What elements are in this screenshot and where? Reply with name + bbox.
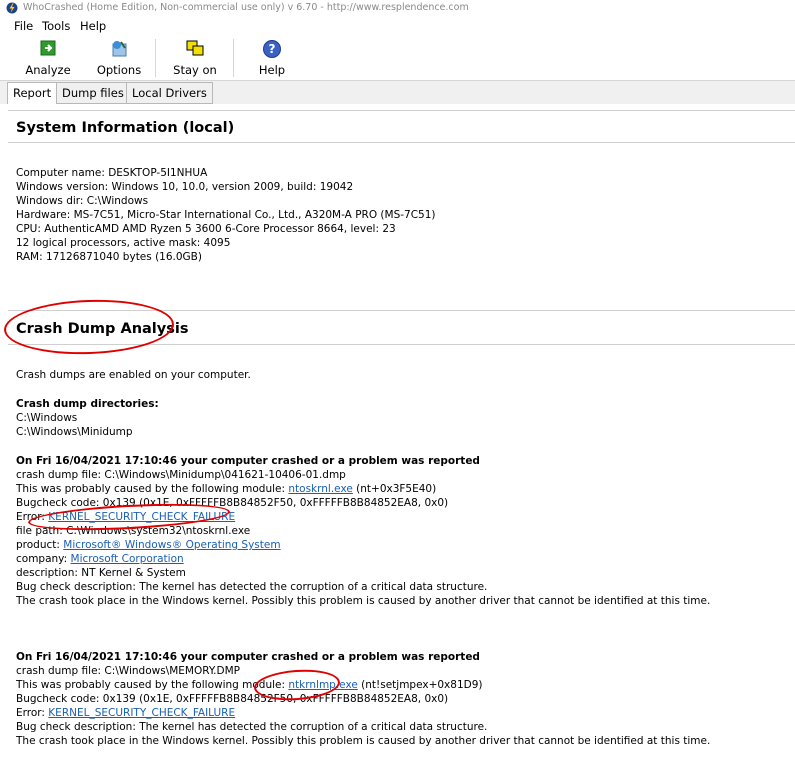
module-offset: (nt+0x3F5E40) <box>352 483 437 495</box>
sysinfo-line: RAM: 17126871040 bytes (16.0GB) <box>16 251 202 263</box>
menu-help[interactable]: Help <box>80 19 106 33</box>
sysinfo-line: Windows dir: C:\Windows <box>16 195 149 207</box>
title-bar: WhoCrashed (Home Edition, Non-commercial… <box>0 0 795 16</box>
sysinfo-line: Computer name: DESKTOP-5I1NHUA <box>16 167 208 179</box>
options-label: Options <box>96 63 142 77</box>
options-icon <box>112 41 127 57</box>
menu-tools[interactable]: Tools <box>42 19 70 33</box>
caused-by-line: This was probably caused by the followin… <box>16 679 483 691</box>
crash-dump-dir: C:\Windows\Minidump <box>16 426 133 438</box>
bug-check-description: Bug check description: The kernel has de… <box>16 721 488 733</box>
stay-on-top-icon <box>186 40 204 56</box>
error-prefix: Error: <box>16 511 49 523</box>
caused-by-prefix: This was probably caused by the followin… <box>16 679 289 691</box>
error-link[interactable]: KERNEL_SECURITY_CHECK_FAILURE <box>48 511 235 523</box>
file-path: file path: C:\Windows\system32\ntoskrnl.… <box>16 525 251 537</box>
tab-dump-files[interactable]: Dump files <box>56 82 130 104</box>
crash-place-text: The crash took place in the Windows kern… <box>16 735 711 747</box>
product-line: product: Microsoft® Windows® Operating S… <box>16 539 281 551</box>
error-prefix: Error: <box>16 707 49 719</box>
bugcheck-code: Bugcheck code: 0x139 (0x1E, 0xFFFFFB8B84… <box>16 497 449 509</box>
error-line: Error: KERNEL_SECURITY_CHECK_FAILURE <box>16 707 235 719</box>
whocrashed-app-icon <box>6 2 18 14</box>
tab-local-drivers[interactable]: Local Drivers <box>126 82 213 104</box>
company-line: company: Microsoft Corporation <box>16 553 184 565</box>
tab-report[interactable]: Report <box>7 82 58 105</box>
analyze-icon <box>40 40 56 56</box>
toolbar: Analyze Options Stay on top ? Help <box>0 35 795 91</box>
report-content: System Information (local) Computer name… <box>0 104 795 765</box>
description-line: description: NT Kernel & System <box>16 567 186 579</box>
svg-text:?: ? <box>269 42 276 56</box>
crash-dump-dirs-label: Crash dump directories: <box>16 398 159 410</box>
crash-event-title: On Fri 16/04/2021 17:10:46 your computer… <box>16 651 480 663</box>
crash-dump-file: crash dump file: C:\Windows\Minidump\041… <box>16 469 346 481</box>
module-offset: (nt!setjmpex+0x81D9) <box>357 679 483 691</box>
product-prefix: product: <box>16 539 64 551</box>
module-link[interactable]: ntkrnlmp.exe <box>288 679 357 691</box>
caused-by-prefix: This was probably caused by the followin… <box>16 483 289 495</box>
menu-file[interactable]: File <box>14 19 33 33</box>
window-title: WhoCrashed (Home Edition, Non-commercial… <box>23 2 469 13</box>
divider <box>8 310 795 311</box>
crash-dump-dir: C:\Windows <box>16 412 78 424</box>
divider <box>8 142 795 143</box>
error-link[interactable]: KERNEL_SECURITY_CHECK_FAILURE <box>48 707 235 719</box>
sysinfo-line: CPU: AuthenticAMD AMD Ryzen 5 3600 6-Cor… <box>16 223 396 235</box>
bug-check-description: Bug check description: The kernel has de… <box>16 581 488 593</box>
divider <box>8 344 795 345</box>
options-button[interactable]: Options <box>94 37 144 77</box>
bugcheck-code: Bugcheck code: 0x139 (0x1E, 0xFFFFFB8B84… <box>16 693 449 705</box>
crash-event-title: On Fri 16/04/2021 17:10:46 your computer… <box>16 455 480 467</box>
divider <box>8 110 795 111</box>
crash-dump-heading: Crash Dump Analysis <box>16 321 189 337</box>
product-link[interactable]: Microsoft® Windows® Operating System <box>63 539 280 551</box>
toolbar-separator <box>233 39 234 77</box>
company-link[interactable]: Microsoft Corporation <box>71 553 184 565</box>
company-prefix: company: <box>16 553 71 565</box>
analyze-button[interactable]: Analyze <box>22 37 74 77</box>
help-icon: ? <box>263 40 281 58</box>
sysinfo-line: Windows version: Windows 10, 10.0, versi… <box>16 181 354 193</box>
sysinfo-line: 12 logical processors, active mask: 4095 <box>16 237 231 249</box>
error-line: Error: KERNEL_SECURITY_CHECK_FAILURE <box>16 511 235 523</box>
caused-by-line: This was probably caused by the followin… <box>16 483 436 495</box>
module-link[interactable]: ntoskrnl.exe <box>288 483 352 495</box>
toolbar-separator <box>155 39 156 77</box>
menu-bar: File Tools Help <box>0 17 795 35</box>
crash-place-text: The crash took place in the Windows kern… <box>16 595 711 607</box>
system-info-heading: System Information (local) <box>16 120 235 136</box>
help-button[interactable]: ? Help <box>254 37 290 77</box>
sysinfo-line: Hardware: MS-7C51, Micro-Star Internatio… <box>16 209 436 221</box>
crash-dumps-enabled-text: Crash dumps are enabled on your computer… <box>16 369 251 381</box>
crash-dump-file: crash dump file: C:\Windows\MEMORY.DMP <box>16 665 240 677</box>
analyze-label: Analyze <box>25 63 71 77</box>
help-label: Help <box>258 63 286 77</box>
tab-strip: Report Dump files Local Drivers <box>0 80 795 105</box>
